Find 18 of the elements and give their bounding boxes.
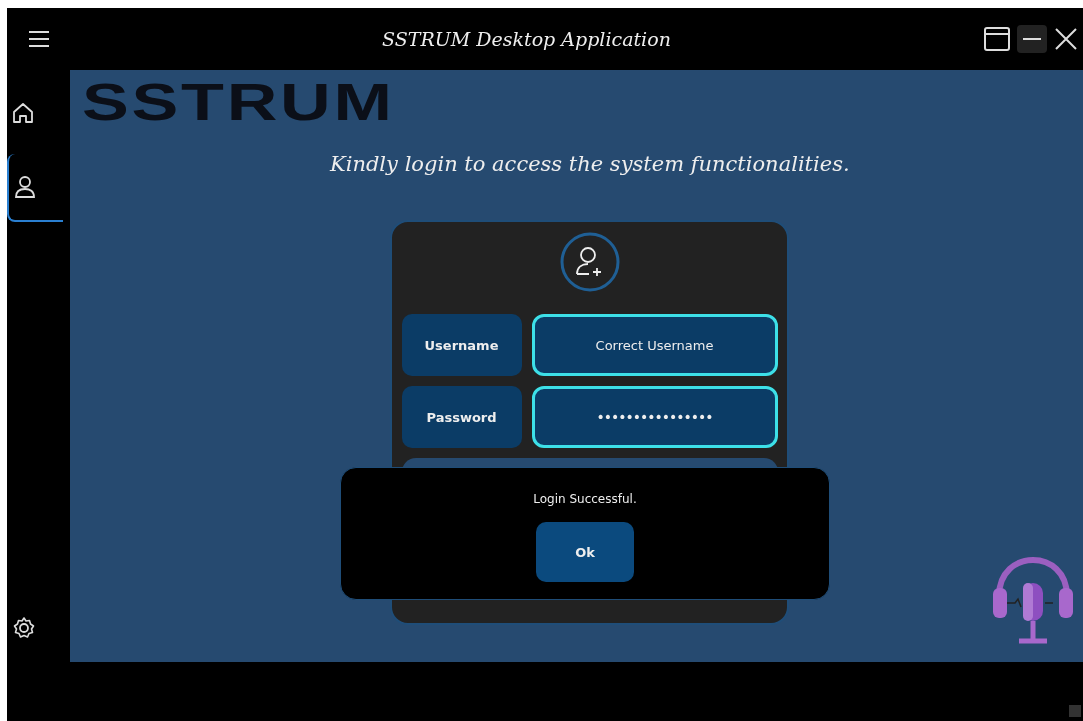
ok-button[interactable]: Ok [536,522,634,582]
logo: SSTRUM [82,72,395,132]
minimize-icon[interactable] [1017,25,1047,53]
field-label: Username [401,314,522,376]
close-icon[interactable] [1053,26,1079,52]
username-field[interactable]: Correct Username [531,314,778,376]
tagline: Kindly login to access the system functionalities. [330,152,850,176]
maximize-icon[interactable] [983,26,1011,52]
dialog-message: Login Successful. [533,492,637,506]
settings-icon[interactable] [12,616,36,640]
field-label: Password [401,386,522,448]
window-title: SSTRUM Desktop Application [381,28,672,50]
password-field[interactable]: •••••••••••••••• [531,386,778,448]
home-icon [12,102,34,124]
resize-grip [1069,705,1081,717]
user-icon [14,175,36,199]
add-user-icon [559,232,620,292]
menu-icon[interactable] [27,29,50,49]
